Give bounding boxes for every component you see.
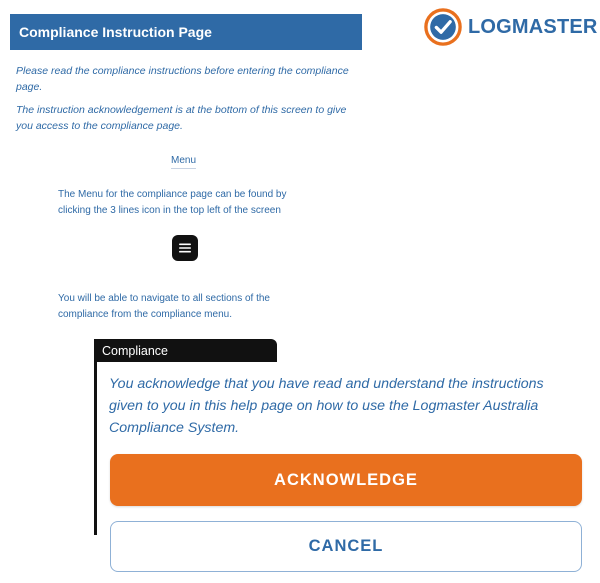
navigation-description: You will be able to navigate to all sect…: [58, 293, 270, 320]
compliance-tab-label: Compliance: [102, 343, 169, 358]
hamburger-menu-icon: [172, 235, 198, 261]
intro-acknowledgement-note: The instruction acknowledgement is at th…: [16, 104, 347, 132]
cancel-button[interactable]: CANCEL: [110, 521, 582, 572]
intro-instructions: Please read the compliance instructions …: [16, 65, 349, 93]
menu-heading: Menu: [171, 155, 197, 169]
compliance-tab: Compliance: [94, 339, 277, 362]
checkmark-badge-icon: [424, 8, 462, 46]
page-header: Compliance Instruction Page: [10, 14, 362, 50]
menu-description: The Menu for the compliance page can be …: [58, 189, 287, 216]
acknowledgement-text: You acknowledge that you have read and u…: [109, 376, 544, 436]
logmaster-logo: LOGMASTER: [424, 7, 598, 47]
logo-text: LOGMASTER: [468, 15, 598, 38]
page-title: Compliance Instruction Page: [19, 24, 212, 40]
acknowledge-button[interactable]: ACKNOWLEDGE: [110, 454, 582, 506]
section-divider: [94, 360, 97, 535]
